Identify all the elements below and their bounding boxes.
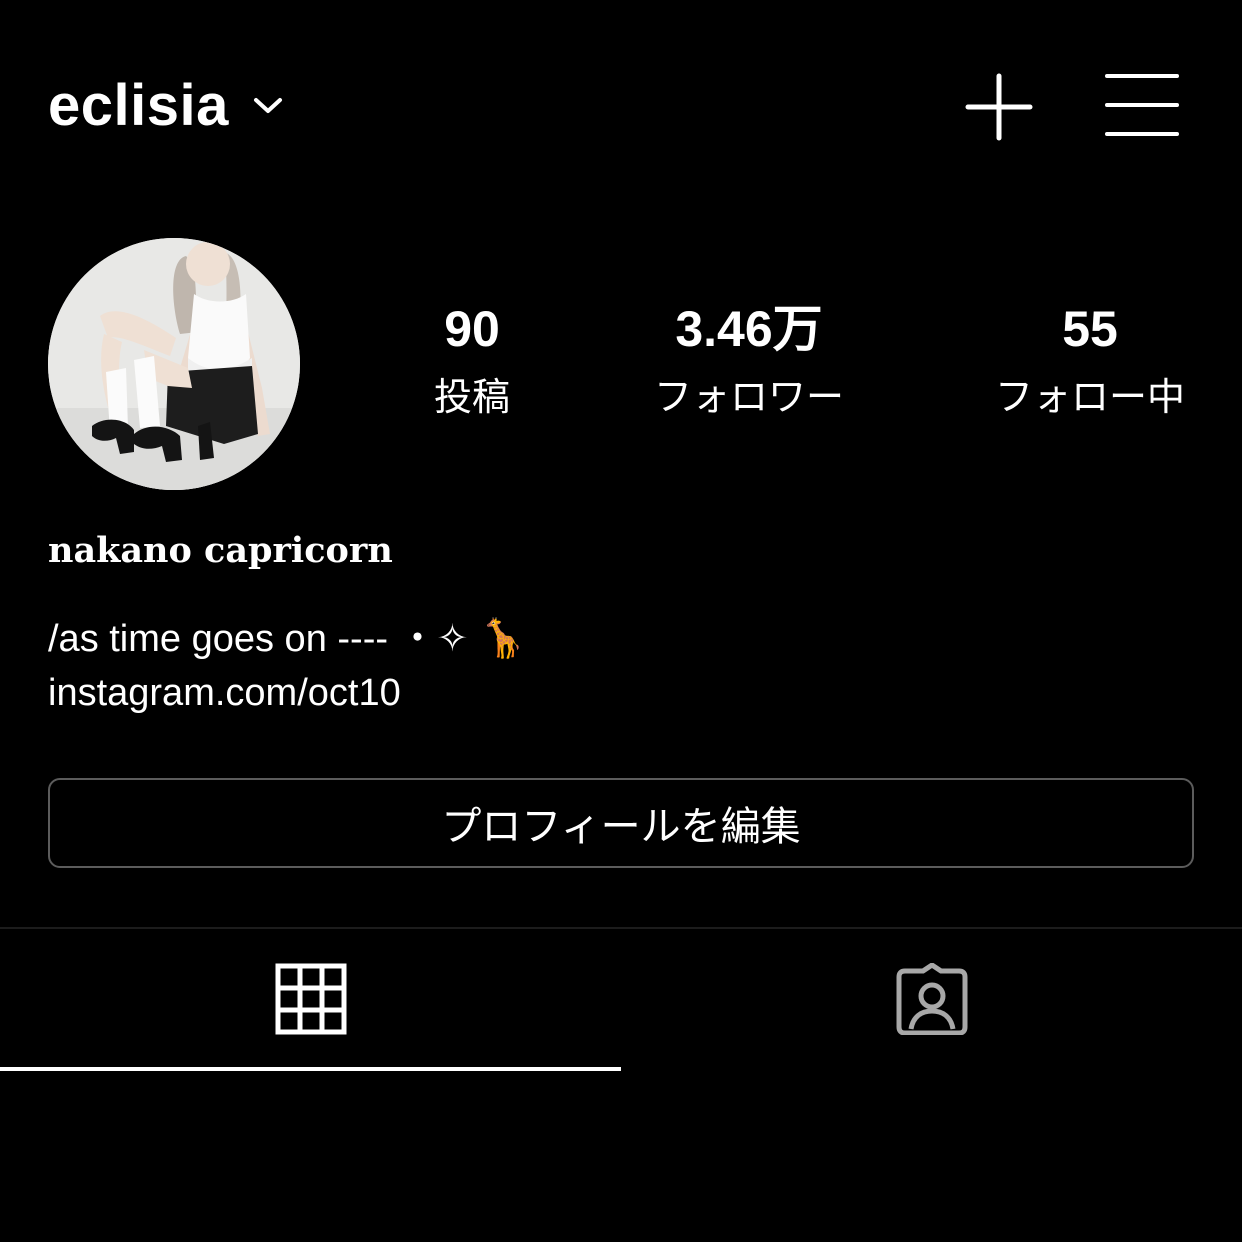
following-count[interactable]: 55 フォロー中: [972, 296, 1208, 424]
profile-photo: [48, 238, 300, 490]
menu-button[interactable]: [1104, 72, 1180, 140]
posts-count[interactable]: 90 投稿: [392, 296, 552, 424]
active-tab-indicator: [0, 1067, 621, 1071]
followers-label: フォロワー: [653, 375, 844, 419]
tab-tagged[interactable]: [621, 929, 1242, 1069]
edit-profile-button[interactable]: プロフィールを編集: [48, 778, 1194, 868]
tab-posts-grid[interactable]: [0, 929, 621, 1069]
tagged-person-icon: [896, 963, 967, 1035]
followers-number: 3.46万: [675, 301, 823, 357]
bio-link[interactable]: instagram.com/oct10: [48, 666, 401, 720]
chevron-down-icon: [251, 89, 285, 123]
following-label: フォロー中: [994, 375, 1185, 419]
following-number: 55: [1062, 301, 1118, 357]
hamburger-menu-icon: [1105, 74, 1179, 136]
account-switcher[interactable]: eclisia: [48, 70, 285, 142]
posts-number: 90: [444, 301, 500, 357]
display-name: nakano capricorn: [48, 530, 393, 571]
top-bar: eclisia: [0, 0, 1242, 210]
posts-label: 投稿: [433, 375, 510, 419]
followers-count[interactable]: 3.46万 フォロワー: [638, 296, 860, 424]
grid-icon: [275, 963, 346, 1035]
bio-text: /as time goes on ---- ・✧ 🦒: [48, 618, 527, 660]
create-post-button[interactable]: [964, 72, 1034, 142]
avatar[interactable]: [48, 238, 300, 490]
plus-icon: [965, 73, 1033, 141]
username: eclisia: [48, 73, 229, 138]
